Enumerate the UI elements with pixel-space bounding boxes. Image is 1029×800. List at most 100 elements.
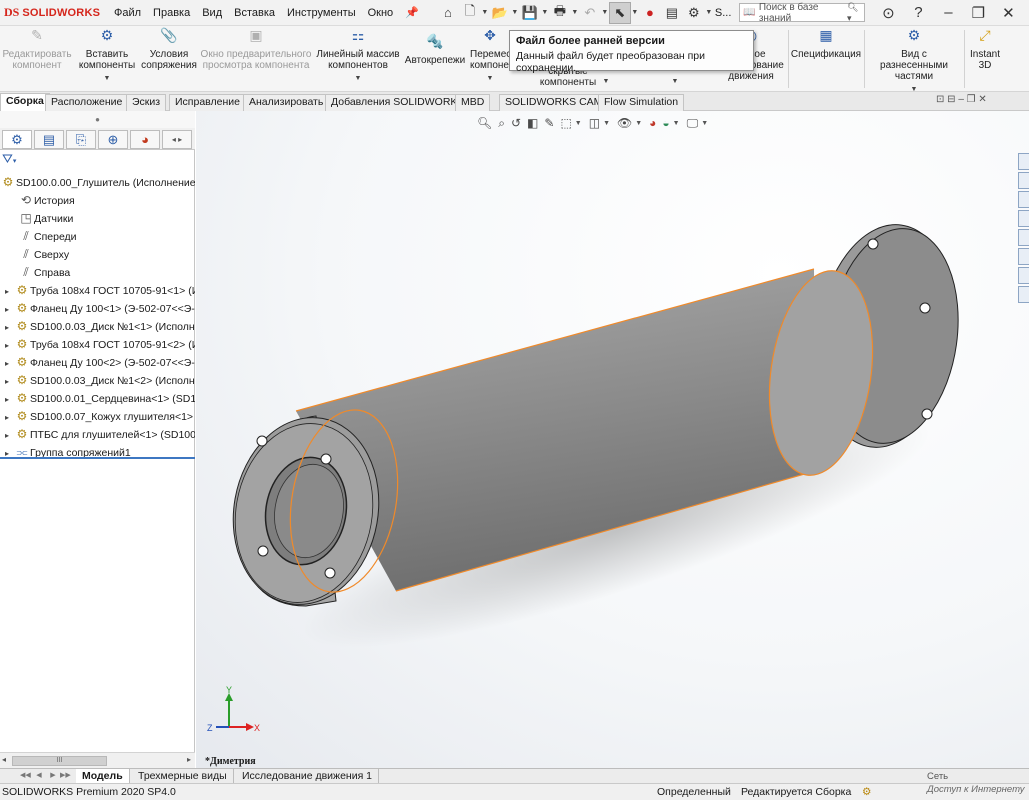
tab-sketch[interactable]: Эскиз	[126, 94, 167, 111]
panel-layout-icon[interactable]: ⊡ ⊟ – ❐ ✕	[936, 94, 987, 105]
expand-arrow-icon[interactable]: ▸	[0, 319, 14, 335]
move-component-button[interactable]: ✥ Переместить компонент ▼	[470, 30, 510, 84]
panel-grip-handle[interactable]: ●	[0, 111, 195, 128]
scroll-right-icon[interactable]: ▸	[187, 755, 191, 764]
first-tab-icon[interactable]: ◀◀	[20, 771, 31, 781]
graphics-viewport[interactable]: 🔍︎ ⌕ ↺ ◧ ✎ ⬚ ▼ ◫ ▼ 👁 ▼ ◕ ◒ ▼ 🖵 ▼ Y X Z *…	[196, 111, 1029, 768]
tab-3d-views[interactable]: Трехмерные виды	[132, 769, 234, 784]
tree-item-top-plane[interactable]: ⫽ Сверху	[0, 245, 195, 263]
select-pointer-icon[interactable]: ⬉	[608, 1, 631, 24]
menu-file[interactable]: Файл	[108, 0, 147, 26]
chevron-down-icon[interactable]: ▼	[74, 73, 140, 84]
smart-fasteners-button[interactable]: 🔩 Автокрепежи	[402, 34, 468, 66]
horizontal-scrollbar[interactable]: ◂ III ▸	[0, 752, 195, 768]
tabs-scroll-arrows[interactable]: ◂ ▸	[162, 130, 192, 149]
property-manager-tab-icon[interactable]: ▤	[34, 130, 64, 149]
help-icon[interactable]: ?	[903, 4, 933, 21]
muffler-model[interactable]: Y X Z	[196, 111, 1029, 768]
close-icon[interactable]: ✕	[993, 4, 1023, 22]
expand-arrow-icon[interactable]: ▸	[0, 373, 14, 389]
chevron-down-icon[interactable]: ▼	[541, 9, 549, 16]
rollback-bar[interactable]	[0, 457, 195, 459]
chevron-down-icon[interactable]: ▼	[470, 73, 510, 84]
next-tab-icon[interactable]: ▶	[48, 771, 58, 781]
chevron-down-icon[interactable]: ▼	[571, 9, 579, 16]
configuration-manager-tab-icon[interactable]: ⎘	[66, 130, 96, 149]
user-account-label[interactable]: S...	[713, 0, 734, 26]
tree-item-right-plane[interactable]: ⫽ Справа	[0, 263, 195, 281]
menu-tools[interactable]: Инструменты	[281, 0, 362, 26]
tab-model[interactable]: Модель	[76, 769, 130, 784]
new-document-icon[interactable]: 🗋	[459, 2, 481, 24]
tree-root[interactable]: ⚙ SD100.0.00_Глушитель (Исполнение 1-	[0, 173, 195, 191]
solidworks-logo[interactable]: DS SOLIDWORKS	[0, 5, 108, 20]
menu-edit[interactable]: Правка	[147, 0, 196, 26]
scrollbar-thumb[interactable]: III	[12, 756, 107, 766]
tree-item-component[interactable]: ▸ ⚙ Труба 108х4 ГОСТ 10705-91<2> (Ис	[0, 335, 195, 353]
tree-item-component[interactable]: ▸ ⚙ SD100.0.03_Диск №1<1> (Исполне	[0, 317, 195, 335]
tab-analyze[interactable]: Анализировать	[243, 94, 330, 111]
traffic-light-icon[interactable]: ●	[639, 2, 661, 24]
tree-item-front-plane[interactable]: ⫽ Спереди	[0, 227, 195, 245]
expand-arrow-icon[interactable]: ▸	[0, 355, 14, 371]
exploded-view-button[interactable]: ⚙ Вид с разнесенными частями ▼	[866, 28, 962, 95]
tree-item-component[interactable]: ▸ ⚙ SD100.0.03_Диск №1<2> (Исполне	[0, 371, 195, 389]
menu-view[interactable]: Вид	[196, 0, 228, 26]
expand-arrow-icon[interactable]: ▸	[0, 283, 14, 299]
expand-arrow-icon[interactable]: ▸	[0, 337, 14, 353]
tab-solidworks-cam[interactable]: SOLIDWORKS CAM	[499, 94, 609, 111]
tab-motion-study[interactable]: Исследование движения 1	[236, 769, 380, 784]
tree-item-component[interactable]: ▸ ⚙ Труба 108х4 ГОСТ 10705-91<1> (Ис	[0, 281, 195, 299]
tab-flow-simulation[interactable]: Flow Simulation	[598, 94, 685, 111]
chevron-down-icon[interactable]: ▼	[511, 9, 519, 16]
chevron-down-icon[interactable]: ▼	[316, 73, 400, 84]
account-icon[interactable]: ⊙	[873, 4, 903, 22]
chevron-down-icon[interactable]: ▼	[640, 76, 710, 87]
open-folder-icon[interactable]: 📂	[489, 2, 511, 24]
chevron-down-icon[interactable]: ▼	[705, 9, 713, 16]
assembly-features-dropdown[interactable]: ▼	[602, 74, 610, 87]
tree-item-history[interactable]: ⟲ История	[0, 191, 195, 209]
linear-pattern-button[interactable]: ⚏ Линейный массив компонентов ▼	[316, 28, 400, 84]
tab-solidworks-addins[interactable]: Добавления SOLIDWORKS	[325, 94, 471, 111]
component-preview-window-button[interactable]: ▣ Окно предварительного просмотра компон…	[200, 28, 312, 71]
home-icon[interactable]: ⌂	[437, 2, 459, 24]
tab-layout[interactable]: Расположение	[45, 94, 129, 111]
print-icon[interactable]: 🖶	[549, 2, 571, 24]
expand-arrow-icon[interactable]: ▸	[0, 409, 14, 425]
prev-tab-icon[interactable]: ◀	[34, 771, 44, 781]
display-manager-tab-icon[interactable]: ◕	[130, 130, 160, 149]
feature-tree-tab-icon[interactable]: ⚙	[2, 130, 32, 149]
menu-window[interactable]: Окно	[362, 0, 400, 26]
expand-arrow-icon[interactable]: ▸	[0, 301, 14, 317]
rebuild-icon[interactable]: ⚙	[862, 784, 871, 800]
instant3d-button[interactable]: ⤢ Instant 3D	[966, 28, 1004, 71]
chevron-down-icon[interactable]: ▼	[601, 9, 609, 16]
pin-icon[interactable]: 📌	[399, 6, 425, 19]
tree-item-sensors[interactable]: ◳ Датчики	[0, 209, 195, 227]
menu-insert[interactable]: Вставка	[228, 0, 281, 26]
chevron-down-icon[interactable]: ▼	[631, 9, 639, 16]
tree-item-component[interactable]: ▸ ⚙ SD100.0.01_Сердцевина<1> (SD100.	[0, 389, 195, 407]
insert-components-button[interactable]: ⚙ Вставить компоненты ▼	[74, 28, 140, 84]
search-icon[interactable]: 🔍︎▾	[844, 2, 864, 24]
tree-item-component[interactable]: ▸ ⚙ Фланец Ду 100<2> (Э-502-07<<Э-5	[0, 353, 195, 371]
tree-item-component[interactable]: ▸ ⚙ SD100.0.07_Кожух глушителя<1> (	[0, 407, 195, 425]
tree-item-component[interactable]: ▸ ⚙ ПТБС для глушителей<1> (SD100-	[0, 425, 195, 443]
restore-icon[interactable]: ❐	[963, 4, 993, 22]
minimize-icon[interactable]: –	[933, 4, 963, 21]
tree-item-component[interactable]: ▸ ⚙ Фланец Ду 100<1> (Э-502-07<<Э-5	[0, 299, 195, 317]
save-icon[interactable]: 💾	[519, 2, 541, 24]
knowledge-base-search[interactable]: 📖 Поиск в базе знаний 🔍︎▾	[739, 2, 866, 24]
tab-evaluate-repair[interactable]: Исправление	[169, 94, 246, 111]
expand-arrow-icon[interactable]: ▸	[0, 391, 14, 407]
expand-arrow-icon[interactable]: ▸	[0, 427, 14, 443]
mates-button[interactable]: 📎 Условия сопряжения	[140, 28, 198, 71]
filter-icon[interactable]: ⛛▾	[2, 151, 16, 171]
file-properties-icon[interactable]: ▤	[661, 2, 683, 24]
undo-icon[interactable]: ↶	[579, 2, 601, 24]
options-gear-icon[interactable]: ⚙	[683, 2, 705, 24]
bill-of-materials-button[interactable]: ▦ Спецификация	[790, 28, 862, 60]
scroll-left-icon[interactable]: ◂	[2, 755, 6, 764]
last-tab-icon[interactable]: ▶▶	[60, 771, 71, 781]
